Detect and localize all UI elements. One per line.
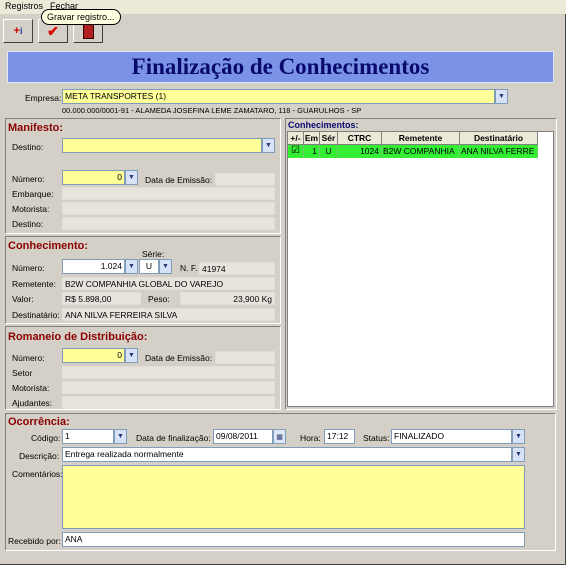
conhecimento-serie-label: Série:: [142, 249, 165, 259]
romaneio-data-emissao-label: Data de Emissão:: [145, 353, 213, 363]
row-checkbox[interactable]: ☑: [288, 145, 304, 158]
grid-header-remetente[interactable]: Remetente: [382, 132, 460, 145]
manifesto-destino2-field: [62, 217, 275, 230]
manifesto-embarque-field: [62, 187, 275, 200]
manifesto-destino-dropdown-icon[interactable]: ▼: [262, 138, 275, 153]
page-title-banner: Finalização de Conhecimentos: [7, 51, 554, 83]
grid-header-ctrc[interactable]: CTRC: [338, 132, 382, 145]
new-record-button[interactable]: +i: [3, 19, 33, 43]
ocorrencia-descricao-select[interactable]: Entrega realizada normalmente: [62, 447, 512, 462]
conhecimento-serie-select[interactable]: U: [139, 259, 159, 274]
grid-header-serie[interactable]: Sér: [320, 132, 338, 145]
ocorrencia-descricao-dropdown-icon[interactable]: ▼: [512, 447, 525, 462]
conhecimento-nf-field: 41974: [199, 262, 275, 275]
row-em: 1: [304, 145, 320, 158]
conhecimentos-grid: +/- Em Sér CTRC Remetente Destinatário ☑…: [287, 131, 554, 407]
ocorrencia-codigo-label: Código:: [31, 433, 61, 443]
manifesto-destino-select[interactable]: [62, 138, 262, 153]
romaneio-motorista-field: [62, 381, 275, 394]
add-icon: +i: [13, 25, 23, 37]
ocorrencia-data-input[interactable]: 09/08/2011: [213, 429, 273, 444]
ocorrencia-comentarios-label: Comentários:: [12, 469, 63, 479]
manifesto-destino-label: Destino:: [12, 142, 44, 152]
romaneio-setor-field: [62, 366, 275, 379]
romaneio-numero-dropdown-icon[interactable]: ▼: [125, 348, 138, 363]
ocorrencia-title: Ocorrência:: [8, 416, 70, 428]
exit-door-icon: [82, 23, 94, 39]
ocorrencia-status-label: Status:: [363, 433, 390, 443]
romaneio-data-emissao-field: [215, 351, 275, 364]
romaneio-ajudantes-label: Ajudantes:: [12, 398, 53, 408]
row-ctrc: 1024: [338, 145, 382, 158]
romaneio-ajudantes-field: [62, 396, 275, 409]
calendar-icon[interactable]: ▦: [273, 429, 286, 444]
grid-header-em[interactable]: Em: [304, 132, 320, 145]
manifesto-motorista-field: [62, 202, 275, 215]
ocorrencia-codigo-dropdown-icon[interactable]: ▼: [114, 429, 127, 444]
ocorrencia-recebido-input[interactable]: ANA: [62, 532, 525, 547]
ocorrencia-status-dropdown-icon[interactable]: ▼: [512, 429, 525, 444]
manifesto-embarque-label: Embarque:: [12, 189, 54, 199]
grid-header-toggle[interactable]: +/-: [288, 132, 304, 145]
conhecimento-peso-label: Peso:: [148, 294, 170, 304]
conhecimento-valor-label: Valor:: [12, 294, 34, 304]
ocorrencia-recebido-label: Recebido por:: [8, 536, 61, 546]
checkmark-icon: ✔: [47, 22, 59, 39]
manifesto-motorista-label: Motorista:: [12, 204, 50, 214]
empresa-dropdown-icon[interactable]: ▼: [495, 89, 508, 104]
manifesto-data-emissao-label: Data de Emissão:: [145, 175, 213, 185]
table-row[interactable]: ☑ 1 U 1024 B2W COMPANHIA ANA NILVA FERRE: [288, 145, 538, 158]
conhecimento-serie-dropdown-icon[interactable]: ▼: [159, 259, 172, 274]
conhecimento-numero-input[interactable]: 1.024: [62, 259, 125, 274]
conhecimento-remetente-field: B2W COMPANHIA GLOBAL DO VAREJO: [62, 277, 275, 290]
ocorrencia-descricao-label: Descrição:: [19, 451, 60, 461]
row-destinatario: ANA NILVA FERRE: [460, 145, 538, 158]
ocorrencia-data-label: Data de finalização:: [136, 433, 211, 443]
save-tooltip: Gravar registro...: [41, 9, 121, 25]
conhecimento-title: Conhecimento:: [8, 240, 89, 252]
conhecimento-remetente-label: Remetente:: [12, 279, 56, 289]
empresa-address: 00.000.000/0001-91 - ALAMEDA JOSEFINA LE…: [62, 106, 362, 115]
row-remetente: B2W COMPANHIA: [382, 145, 460, 158]
ocorrencia-status-select[interactable]: FINALIZADO: [391, 429, 512, 444]
romaneio-setor-label: Setor: [12, 368, 33, 378]
menu-registros[interactable]: Registros: [5, 1, 43, 11]
grid-header-destinatario[interactable]: Destinatário: [460, 132, 538, 145]
conhecimento-nf-label: N. F.: [180, 263, 198, 273]
empresa-select[interactable]: META TRANSPORTES (1): [62, 89, 495, 104]
conhecimento-valor-field: R$ 5.898,00: [62, 292, 141, 305]
romaneio-numero-select[interactable]: 0: [62, 348, 125, 363]
ocorrencia-hora-label: Hora:: [300, 433, 321, 443]
romaneio-motorista-label: Motorista:: [12, 383, 50, 393]
conhecimentos-title: Conhecimentos:: [288, 120, 359, 130]
ocorrencia-comentarios-textarea[interactable]: [62, 465, 525, 529]
manifesto-numero-label: Número:: [12, 174, 45, 184]
page-title: Finalização de Conhecimentos: [131, 54, 430, 79]
manifesto-numero-select[interactable]: 0: [62, 170, 125, 185]
conhecimento-numero-dropdown-icon[interactable]: ▼: [125, 259, 138, 274]
conhecimento-numero-label: Número:: [12, 263, 45, 273]
romaneio-title: Romaneio de Distribuição:: [8, 331, 148, 343]
manifesto-destino2-label: Destino:: [12, 219, 44, 229]
manifesto-data-emissao-field: [215, 173, 275, 186]
manifesto-title: Manifesto:: [8, 122, 63, 134]
romaneio-numero-label: Número:: [12, 353, 45, 363]
conhecimento-destinatario-field: ANA NILVA FERREIRA SILVA: [62, 308, 275, 321]
manifesto-numero-dropdown-icon[interactable]: ▼: [125, 170, 138, 185]
empresa-label: Empresa:: [25, 93, 62, 103]
row-serie: U: [320, 145, 338, 158]
ocorrencia-codigo-select[interactable]: 1: [62, 429, 114, 444]
conhecimento-peso-field: 23,900 Kg: [180, 292, 275, 305]
conhecimento-destinatario-label: Destinatário:: [12, 310, 60, 320]
ocorrencia-hora-input[interactable]: 17:12: [324, 429, 355, 444]
